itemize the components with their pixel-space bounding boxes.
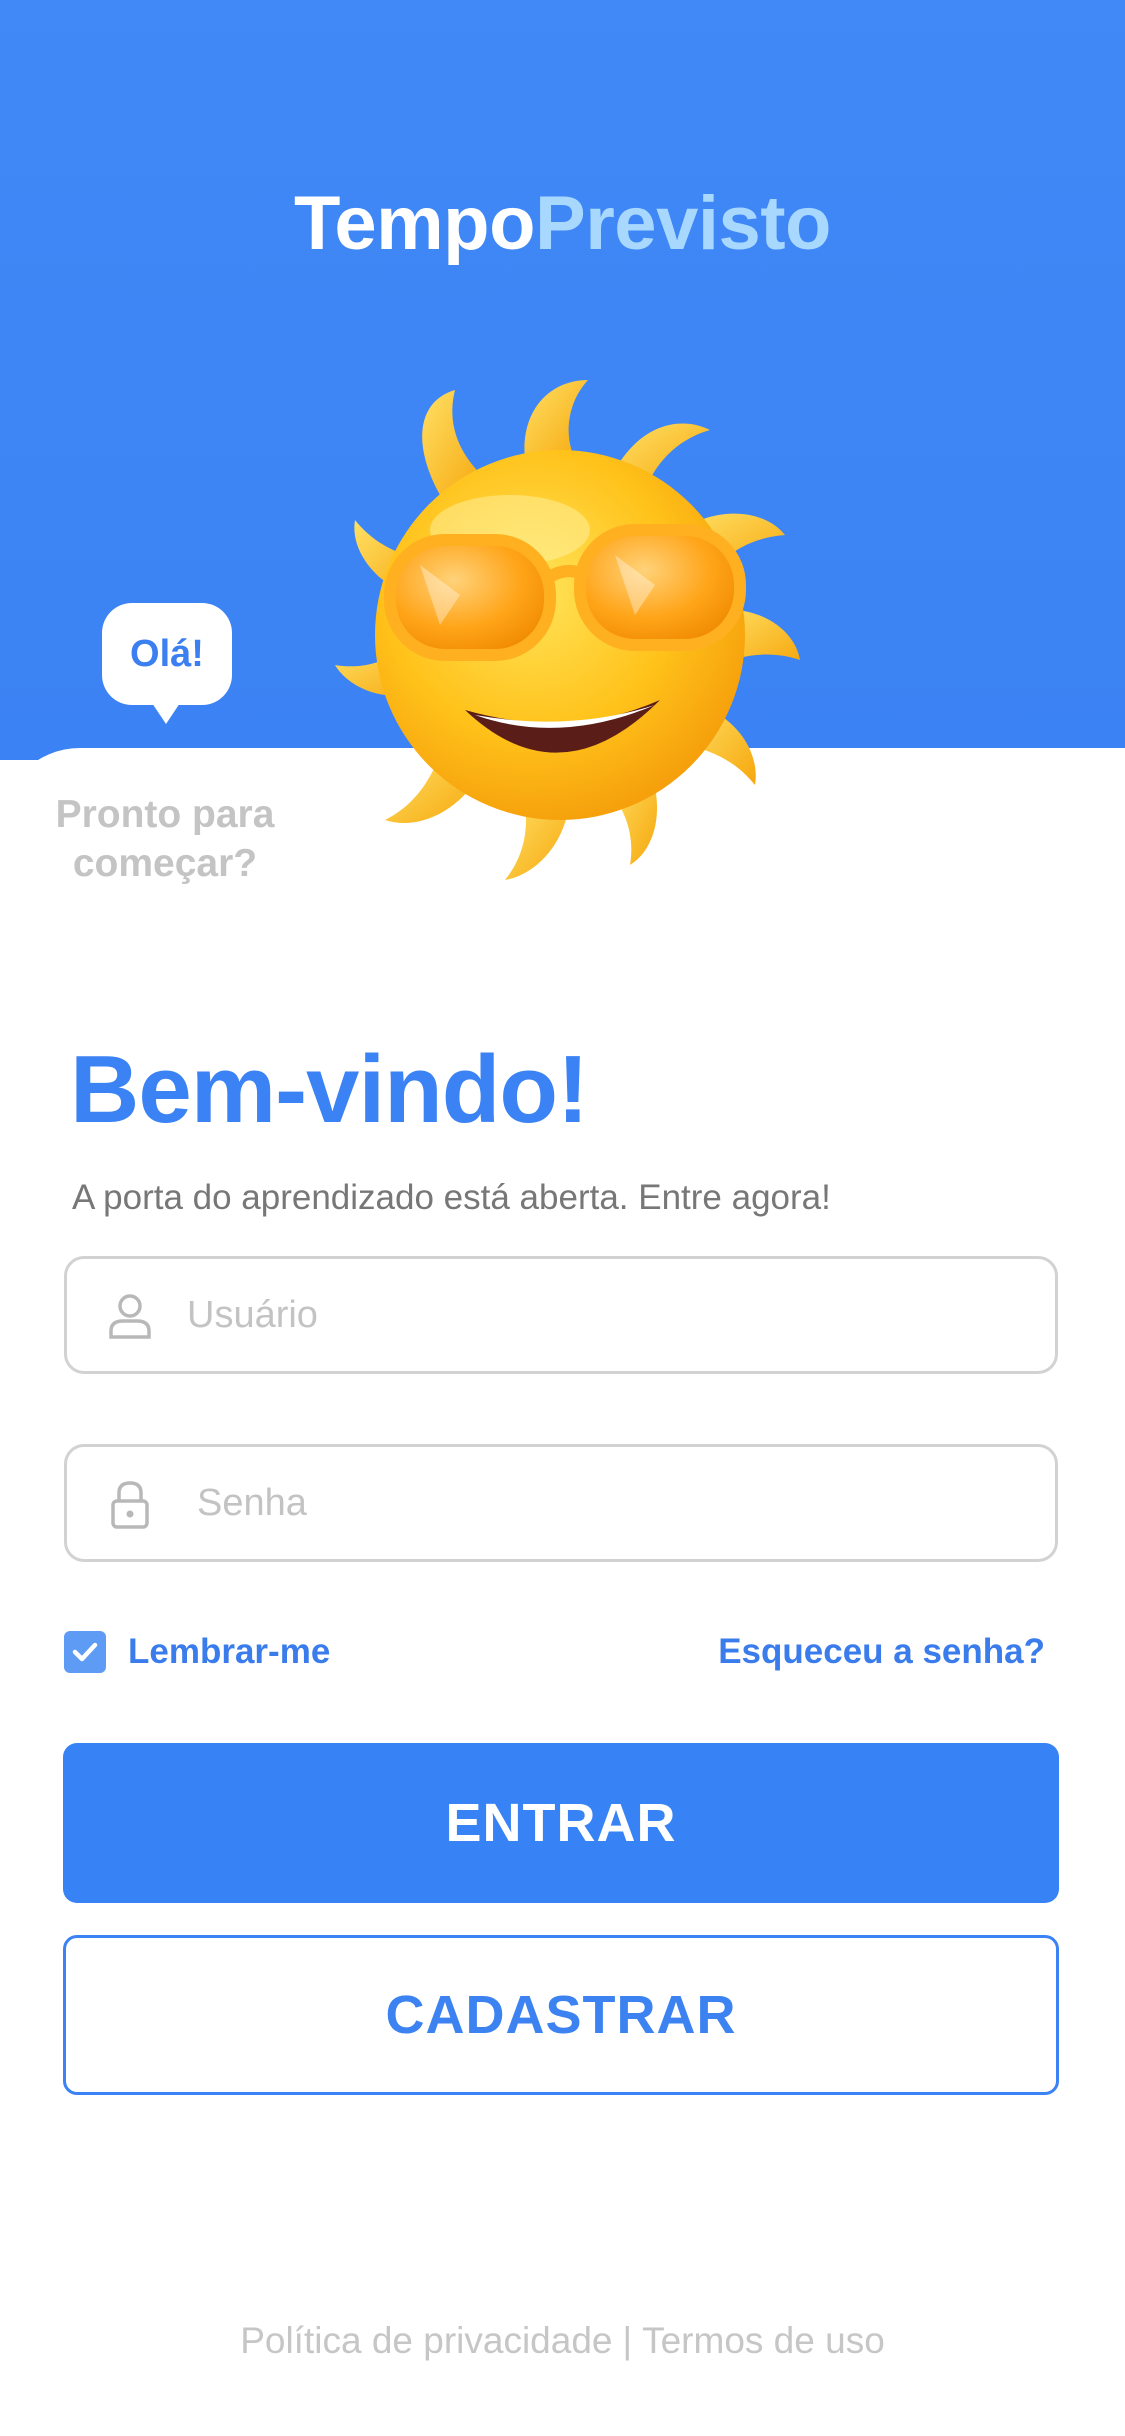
privacy-policy-link[interactable]: Política de privacidade — [240, 2320, 612, 2361]
mascot-caption: Pronto para começar? — [55, 793, 275, 885]
page-title: Bem-vindo! — [70, 1036, 589, 1143]
username-input[interactable] — [187, 1279, 1027, 1351]
check-icon — [72, 1642, 98, 1662]
user-icon — [109, 1294, 151, 1339]
greeting-bubble: Olá! — [102, 603, 232, 705]
terms-of-use-link[interactable]: Termos de uso — [642, 2320, 885, 2361]
forgot-password-link[interactable]: Esqueceu a senha? — [718, 1632, 1045, 1672]
register-button[interactable]: CADASTRAR — [63, 1935, 1059, 2095]
remember-me-checkbox[interactable] — [64, 1631, 106, 1673]
footer-links: Política de privacidade | Termos de uso — [0, 2320, 1125, 2362]
page-subtitle: A porta do aprendizado está aberta. Entr… — [72, 1178, 831, 1217]
sun-mascot-icon — [335, 380, 800, 880]
remember-me-label[interactable]: Lembrar-me — [128, 1632, 330, 1672]
logo-part-tempo: Tempo — [294, 181, 536, 266]
password-field[interactable] — [64, 1444, 1058, 1562]
remember-me-toggle[interactable]: Lembrar-me — [64, 1630, 330, 1674]
lock-icon — [111, 1481, 149, 1529]
logo-part-previsto: Previsto — [535, 181, 831, 266]
login-button[interactable]: ENTRAR — [63, 1743, 1059, 1903]
password-input[interactable] — [197, 1467, 1037, 1539]
username-field[interactable] — [64, 1256, 1058, 1374]
login-card — [0, 748, 1125, 2436]
app-logo: TempoPrevisto — [0, 180, 1125, 267]
footer-separator: | — [622, 2320, 633, 2361]
